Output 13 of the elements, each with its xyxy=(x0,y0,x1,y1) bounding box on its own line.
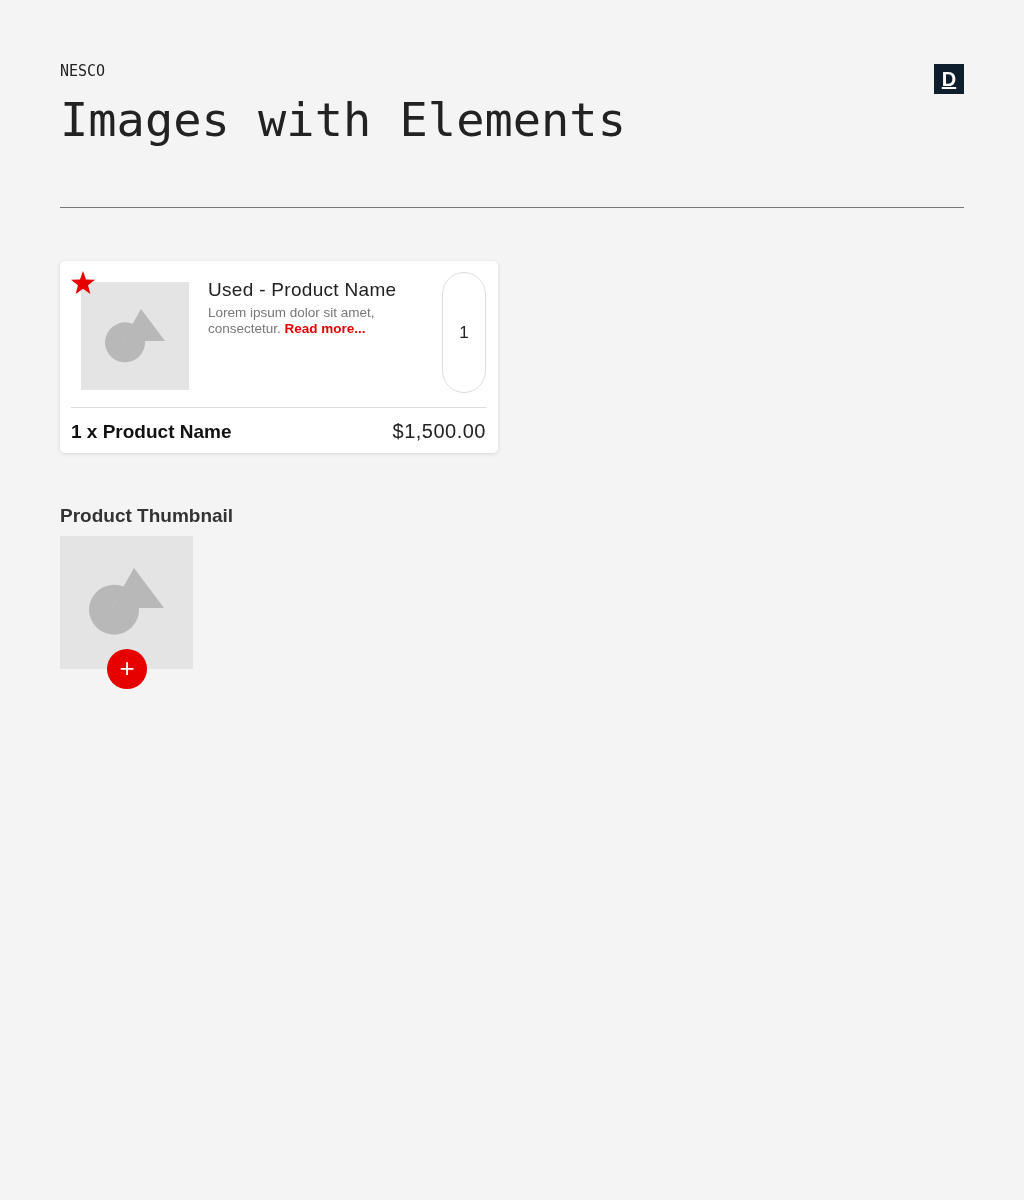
read-more-link[interactable]: Read more... xyxy=(284,321,366,336)
add-button[interactable]: + xyxy=(107,649,147,689)
brand-name: NESCO xyxy=(60,62,107,80)
section-heading: Product Thumbnail xyxy=(60,505,235,527)
image-placeholder-icon xyxy=(89,568,164,637)
page-title: Images with Elements xyxy=(60,92,626,147)
product-title: Used - Product Name xyxy=(208,279,398,301)
price: $1,500.00 xyxy=(392,420,486,443)
star-icon[interactable] xyxy=(71,271,95,294)
image-placeholder-icon xyxy=(105,308,165,364)
order-summary: 1 x Product Name xyxy=(71,420,232,443)
product-description: Lorem ipsum dolor sit amet, consectetur. Read more... xyxy=(208,305,376,337)
logo: D xyxy=(934,64,964,94)
